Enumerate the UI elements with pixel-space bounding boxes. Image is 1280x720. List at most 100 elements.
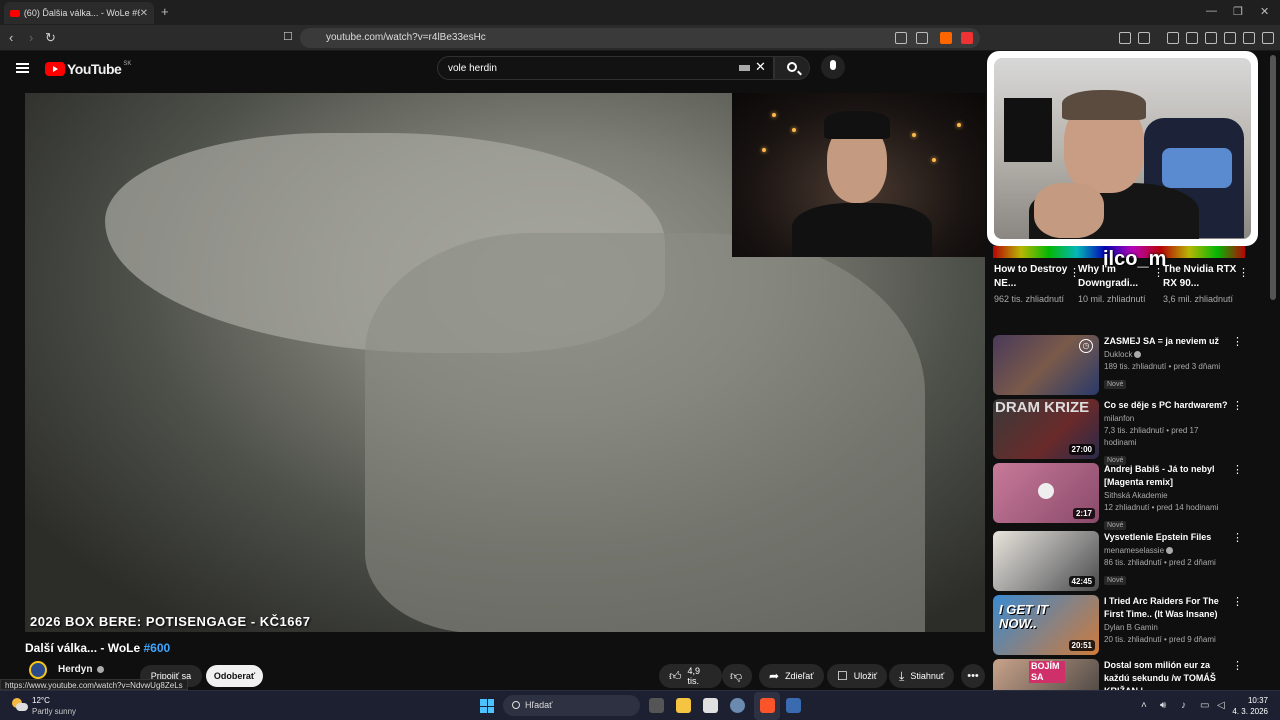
- verified-icon: [97, 665, 105, 673]
- channel-avatar[interactable]: [29, 661, 47, 679]
- clock-date[interactable]: 4. 3. 2026: [1232, 707, 1268, 716]
- reload-icon[interactable]: ↻: [45, 30, 56, 46]
- watch-later-icon[interactable]: ◷: [1079, 339, 1093, 353]
- voice-search-icon[interactable]: [821, 55, 845, 79]
- recommendation-menu-icon[interactable]: ⋮: [1232, 335, 1243, 348]
- recommendation-menu-icon[interactable]: ⋮: [1232, 531, 1243, 544]
- video-thumbnail[interactable]: ◷: [993, 335, 1099, 395]
- like-button[interactable]: 👍︎ 4,9 tis.: [659, 664, 722, 688]
- taskbar-search-box[interactable]: Hľadať: [503, 695, 640, 716]
- recommendation-item[interactable]: DRAM KRIZE 27:00 Co se děje s PC hardwar…: [993, 399, 1243, 465]
- recommendation-item[interactable]: I GET IT NOW.. 20:51 I Tried Arc Raiders…: [993, 595, 1243, 655]
- recommendation-menu-icon[interactable]: ⋮: [1232, 399, 1243, 412]
- leo-icon[interactable]: [1224, 32, 1236, 44]
- recommendation-item[interactable]: 2:17 Andrej Babiš - Já to nebyl [Magenta…: [993, 463, 1243, 530]
- search-button[interactable]: [774, 56, 810, 80]
- network-icon[interactable]: ▭: [1200, 700, 1209, 711]
- video-thumbnail[interactable]: 42:45: [993, 531, 1099, 591]
- channel-name[interactable]: Herdyn: [58, 664, 105, 675]
- brave-rewards-icon[interactable]: [961, 32, 973, 44]
- light-dot: [762, 148, 766, 152]
- tray-overflow-icon[interactable]: ˄: [1141, 700, 1147, 711]
- minimize-icon[interactable]: —: [1206, 5, 1217, 17]
- short-item[interactable]: The Nvidia RTX RX 90... 3,6 mil. zhliadn…: [1163, 263, 1249, 306]
- file-explorer-icon[interactable]: [676, 698, 691, 713]
- clear-search-icon[interactable]: ✕: [755, 59, 766, 75]
- wallet-icon[interactable]: [1205, 32, 1217, 44]
- settings-icon[interactable]: [730, 698, 745, 713]
- share-page-icon[interactable]: [916, 32, 928, 44]
- keyboard-icon[interactable]: [739, 65, 750, 71]
- short-title: Why I'm Downgradi...: [1078, 264, 1138, 289]
- speaker-icon[interactable]: 🔊︎: [1160, 700, 1166, 711]
- recommendation-title: Dostal som milión eur za každú sekundu /…: [1104, 660, 1216, 690]
- video-thumbnail[interactable]: 2:17: [993, 463, 1099, 523]
- url-field[interactable]: youtube.com/watch?v=r4lBe33esHc: [300, 28, 980, 48]
- video-thumbnail[interactable]: DRAM KRIZE 27:00: [993, 399, 1099, 459]
- new-badge: Nové: [1104, 521, 1127, 530]
- recommendation-menu-icon[interactable]: ⋮: [1232, 659, 1243, 672]
- music-icon[interactable]: [1167, 32, 1179, 44]
- more-actions-icon[interactable]: •••: [961, 664, 985, 688]
- recommendation-title: Vysvetlenie Epstein Files: [1104, 532, 1212, 542]
- streamer-cam-overlay: [987, 51, 1258, 246]
- windows-start-icon[interactable]: [480, 699, 494, 713]
- recommendation-menu-icon[interactable]: ⋮: [1232, 463, 1243, 476]
- sidebar-icon[interactable]: [1186, 32, 1198, 44]
- brave-shields-icon[interactable]: [940, 32, 952, 44]
- download-button[interactable]: ⤓ Stiahnuť: [889, 664, 955, 688]
- forward-icon[interactable]: ›: [29, 30, 33, 45]
- cast-icon[interactable]: [895, 32, 907, 44]
- browser-tab[interactable]: (60) Ďalšia válka... - WoLe #600 ✕: [4, 2, 154, 24]
- clock-time[interactable]: 10:37: [1236, 696, 1268, 705]
- short-item[interactable]: Why I'm Downgradi... 10 mil. zhliadnutí …: [1078, 263, 1164, 306]
- recommendation-menu-icon[interactable]: ⋮: [1232, 595, 1243, 608]
- new-tab-icon[interactable]: +: [161, 4, 169, 19]
- volume-icon[interactable]: ◁: [1217, 700, 1225, 711]
- window-close-icon[interactable]: ✕: [1260, 5, 1269, 18]
- page-scrollbar[interactable]: [1270, 55, 1276, 300]
- video-thumbnail[interactable]: BOJÍM SA: [993, 659, 1099, 690]
- light-dot: [792, 128, 796, 132]
- back-icon[interactable]: ‹: [9, 30, 13, 45]
- microsoft-store-icon[interactable]: [703, 698, 718, 713]
- thumbs-down-icon: 👎︎: [730, 668, 743, 683]
- thumbs-up-icon: 👍︎: [669, 668, 682, 683]
- task-view-icon[interactable]: [649, 698, 664, 713]
- screenshot-icon[interactable]: [1138, 32, 1150, 44]
- youtube-header: YouTube SK vole herdin ✕: [0, 51, 985, 91]
- bookmark-icon[interactable]: ☐: [283, 30, 293, 43]
- light-dot: [957, 123, 961, 127]
- youtube-logo[interactable]: YouTube SK: [45, 61, 131, 77]
- share-button[interactable]: ➦ Zdieľať: [759, 664, 824, 688]
- video-thumbnail[interactable]: I GET IT NOW.. 20:51: [993, 595, 1099, 655]
- microphone-icon[interactable]: ♪: [1181, 700, 1186, 711]
- extensions-icon[interactable]: [1119, 32, 1131, 44]
- hamburger-menu-icon[interactable]: [16, 63, 29, 73]
- short-views: 10 mil. zhliadnutí: [1078, 294, 1146, 304]
- start-tile: [480, 706, 487, 713]
- recommendation-title: Andrej Babiš - Já to nebyl [Magenta remi…: [1104, 464, 1215, 487]
- weather-icon[interactable]: [12, 698, 28, 712]
- short-item[interactable]: How to Destroy NE... 962 tis. zhliadnutí…: [994, 263, 1080, 306]
- vpn-icon[interactable]: [1243, 32, 1255, 44]
- recommendation-meta: 86 tis. zhliadnutí • pred 2 dňami: [1104, 558, 1216, 567]
- dislike-button[interactable]: 👎︎: [722, 664, 752, 688]
- brave-browser-icon[interactable]: [760, 698, 775, 713]
- subscribe-button[interactable]: Odoberať: [206, 665, 263, 687]
- tab-close-icon[interactable]: ✕: [140, 8, 148, 19]
- recommendation-item[interactable]: BOJÍM SA Dostal som milión eur za každú …: [993, 659, 1243, 690]
- short-menu-icon[interactable]: ⋮: [1238, 266, 1249, 279]
- video-duration: 20:51: [1068, 640, 1095, 651]
- save-button[interactable]: ☐ Uložiť: [827, 664, 888, 688]
- search-input[interactable]: vole herdin: [437, 56, 774, 80]
- app-icon[interactable]: [786, 698, 801, 713]
- video-title-hashtag[interactable]: #600: [144, 641, 171, 655]
- cam-chair-shape: [1162, 148, 1232, 188]
- recommendation-item[interactable]: 42:45 Vysvetlenie Epstein Files menamese…: [993, 531, 1243, 591]
- recommendation-item[interactable]: ◷ ZASMEJ SA = ja neviem už Duklock 189 t…: [993, 335, 1243, 395]
- verified-icon: [1166, 547, 1174, 555]
- maximize-icon[interactable]: ❐: [1233, 5, 1243, 18]
- browser-menu-icon[interactable]: [1262, 32, 1274, 44]
- address-bar-row: ‹ › ↻ ☐ youtube.com/watch?v=r4lBe33esHc: [0, 25, 1280, 51]
